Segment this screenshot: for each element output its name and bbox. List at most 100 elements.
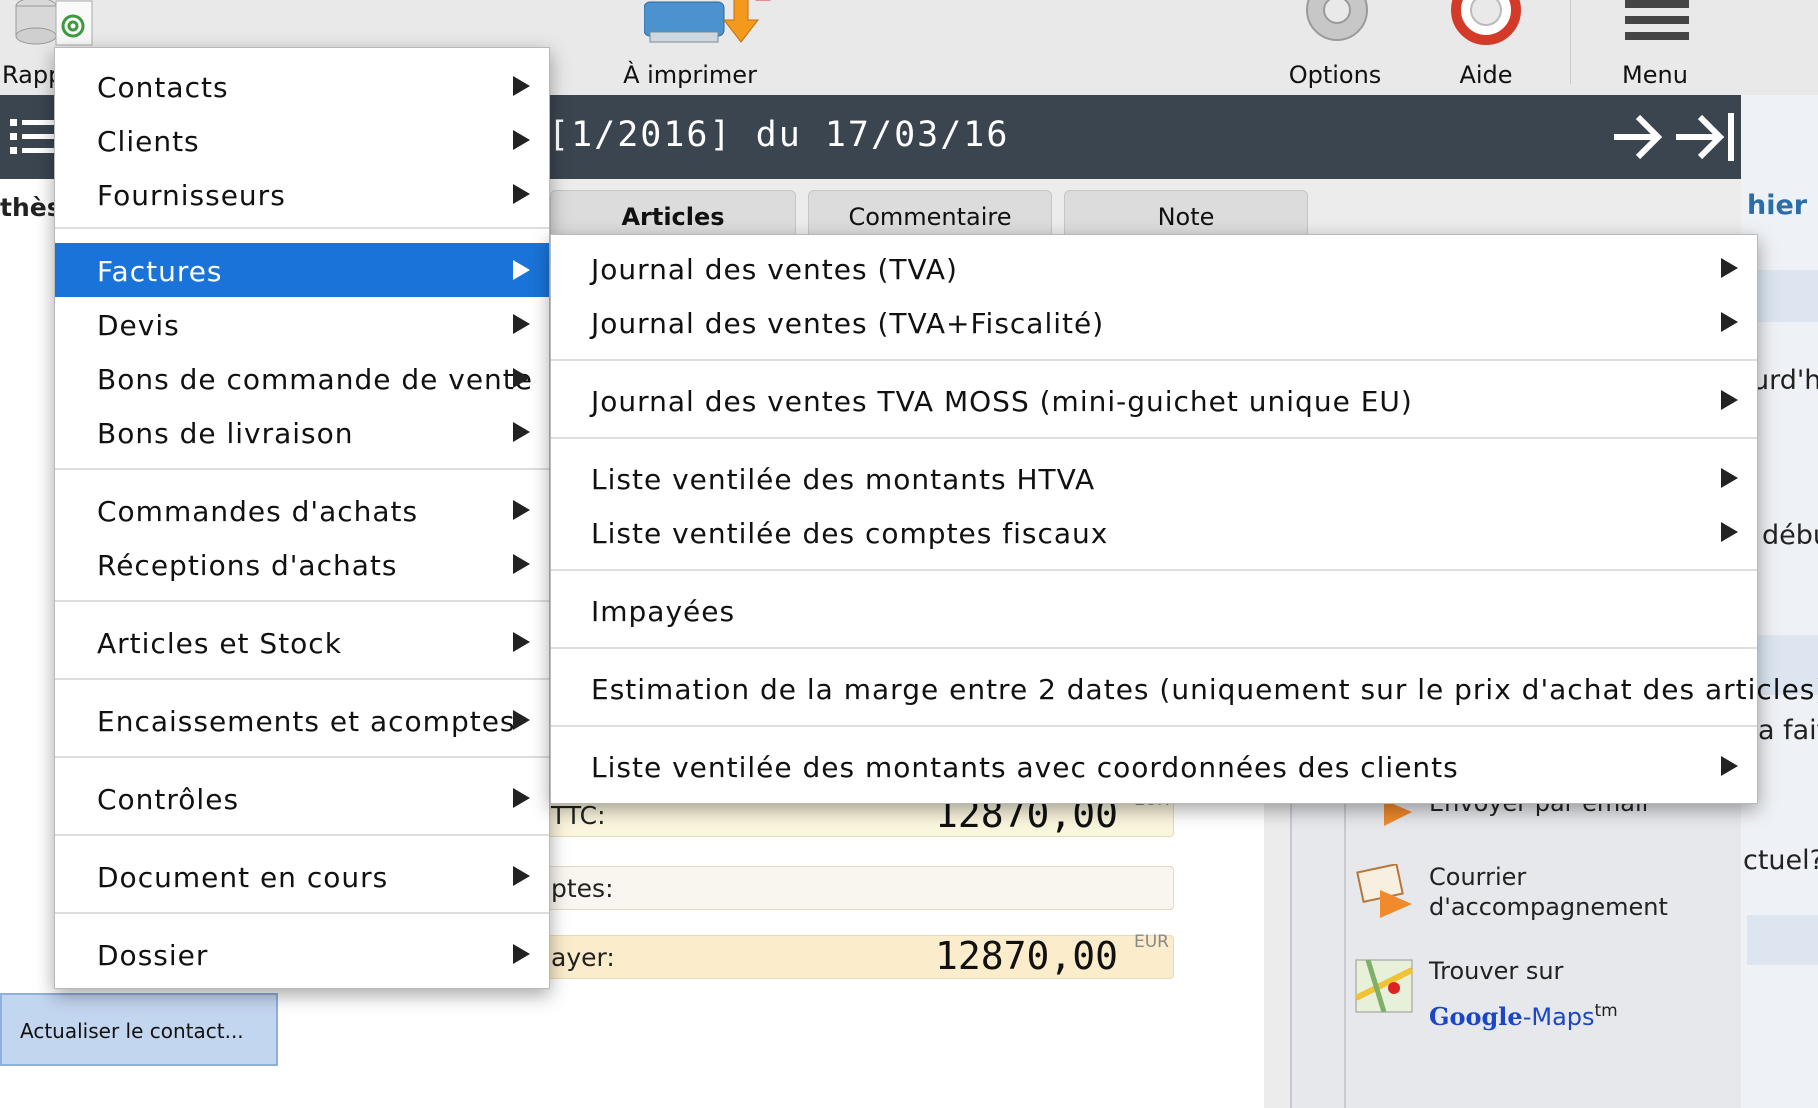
menu-separator [55,756,549,758]
submenu-item-liste-coordonnees[interactable]: Liste ventilée des montants avec coordon… [551,739,1757,793]
submenu-item-label: Liste ventilée des montants HTVA [591,463,1096,496]
submenu-arrow-icon [1721,312,1738,332]
submenu-item-journal-tva-fiscalite[interactable]: Journal des ventes (TVA+Fiscalité) [551,295,1757,349]
menu-item-articles-stock[interactable]: Articles et Stock [55,615,549,669]
menu-separator [551,725,1757,727]
submenu-arrow-icon [513,554,530,574]
menu-item-fournisseurs[interactable]: Fournisseurs [55,167,549,221]
menu-separator [551,359,1757,361]
print-label: À imprimer [623,61,757,89]
menu-item-clients[interactable]: Clients [55,113,549,167]
a-payer-label: ayer: [551,943,615,972]
submenu-arrow-icon [513,866,530,886]
menu-item-controles[interactable]: Contrôles [55,771,549,825]
menu-item-commandes-achats[interactable]: Commandes d'achats [55,483,549,537]
lifebuoy-icon [1451,0,1521,45]
printer-icon [644,0,771,43]
submenu-arrow-icon [513,944,530,964]
submenu-arrow-icon [513,260,530,280]
menu-item-bons-commande-vente[interactable]: Bons de commande de vente [55,351,549,405]
document-title: [1/2016] du 17/03/16 [548,115,1010,155]
menu-item-label: Commandes d'achats [97,495,419,528]
submenu-item-impayees[interactable]: Impayées [551,583,1757,637]
refresh-contact-button[interactable]: Actualiser le contact... [0,993,278,1066]
rapports-label: Rapp [2,61,64,89]
menu-item-label: Clients [97,125,200,158]
a-payer-value: 12870,00 [934,934,1118,978]
submenu-arrow-icon [513,184,530,204]
courrier-line2: d'accompagnement [1429,893,1668,921]
menu-label: Menu [1622,61,1688,89]
trademark: tm [1594,1001,1618,1021]
hamburger-icon [1625,0,1689,40]
a-payer-row: ayer: 12870,00 EUR [540,932,1174,979]
a-payer-currency: EUR [1134,932,1169,952]
aide-label: Aide [1459,61,1513,89]
rapports-button[interactable]: Rapp [0,0,93,95]
submenu-arrow-icon [1721,468,1738,488]
rapports-menu: Contacts Clients Fournisseurs Factures D… [54,47,550,989]
maps-text: Maps [1531,1003,1595,1031]
menu-item-document-en-cours[interactable]: Document en cours [55,849,549,903]
courrier-line1: Courrier [1429,863,1527,891]
submenu-item-label: Liste ventilée des montants avec coordon… [591,751,1459,784]
google-maps-label: Google-Mapstm [1429,996,1618,1032]
submenu-arrow-icon [1721,258,1738,278]
submenu-arrow-icon [1721,390,1738,410]
submenu-item-liste-comptes-fiscaux[interactable]: Liste ventilée des comptes fiscaux [551,505,1757,559]
submenu-item-label: Estimation de la marge entre 2 dates (un… [591,673,1818,706]
submenu-item-label: Journal des ventes (TVA+Fiscalité) [591,307,1105,340]
submenu-arrow-icon [513,422,530,442]
acomptes-label: ptes: [551,874,614,903]
menu-button[interactable]: Menu [1600,0,1710,95]
menu-separator [55,600,549,602]
tab-note[interactable]: Note [1064,190,1308,235]
menu-item-factures[interactable]: Factures [55,243,549,297]
submenu-arrow-icon [513,76,530,96]
menu-item-dossier[interactable]: Dossier [55,927,549,981]
menu-item-bons-livraison[interactable]: Bons de livraison [55,405,549,459]
far-right-text-2: urd'h [1752,365,1818,396]
menu-item-label: Articles et Stock [97,627,342,660]
toolbar-divider [1570,0,1571,84]
menu-item-devis[interactable]: Devis [55,297,549,351]
submenu-arrow-icon [513,632,530,652]
submenu-item-liste-htva[interactable]: Liste ventilée des montants HTVA [551,451,1757,505]
menu-item-receptions-achats[interactable]: Réceptions d'achats [55,537,549,591]
submenu-arrow-icon [513,788,530,808]
print-button[interactable]: À imprimer [620,0,771,95]
menu-separator [55,912,549,914]
map-icon [1354,959,1414,1013]
arrow-to-end-icon[interactable] [1674,111,1740,163]
submenu-item-estimation-marge[interactable]: Estimation de la marge entre 2 dates (un… [551,661,1818,715]
submenu-item-label: Journal des ventes TVA MOSS (mini-guiche… [591,385,1413,418]
far-right-band [1747,915,1818,965]
menu-item-contacts[interactable]: Contacts [55,59,549,113]
menu-separator [551,437,1757,439]
menu-separator [55,227,549,229]
submenu-arrow-icon [513,130,530,150]
menu-separator [551,569,1757,571]
menu-separator [55,834,549,836]
options-button[interactable]: Options [1275,0,1395,95]
options-label: Options [1288,61,1382,89]
tab-commentaire[interactable]: Commentaire [808,190,1052,235]
aide-button[interactable]: Aide [1436,0,1536,95]
submenu-item-journal-moss[interactable]: Journal des ventes TVA MOSS (mini-guiche… [551,373,1757,427]
menu-item-label: Dossier [97,939,209,972]
submenu-item-label: Journal des ventes (TVA) [591,253,958,286]
menu-item-label: Contrôles [97,783,240,816]
list-icon[interactable] [10,115,56,161]
submenu-item-label: Impayées [591,595,736,628]
submenu-arrow-icon [1721,756,1738,776]
submenu-arrow-icon [513,368,530,388]
menu-item-label: Factures [97,255,223,288]
menu-item-label: Contacts [97,71,229,104]
tab-articles[interactable]: Articles [550,190,796,235]
menu-item-encaissements[interactable]: Encaissements et acomptes [55,693,549,747]
arrow-right-icon[interactable] [1610,111,1666,163]
menu-item-label: Bons de commande de vente [97,363,534,396]
submenu-item-journal-tva[interactable]: Journal des ventes (TVA) [551,241,1757,295]
menu-separator [55,468,549,470]
far-right-text-1: hier [1747,190,1808,221]
